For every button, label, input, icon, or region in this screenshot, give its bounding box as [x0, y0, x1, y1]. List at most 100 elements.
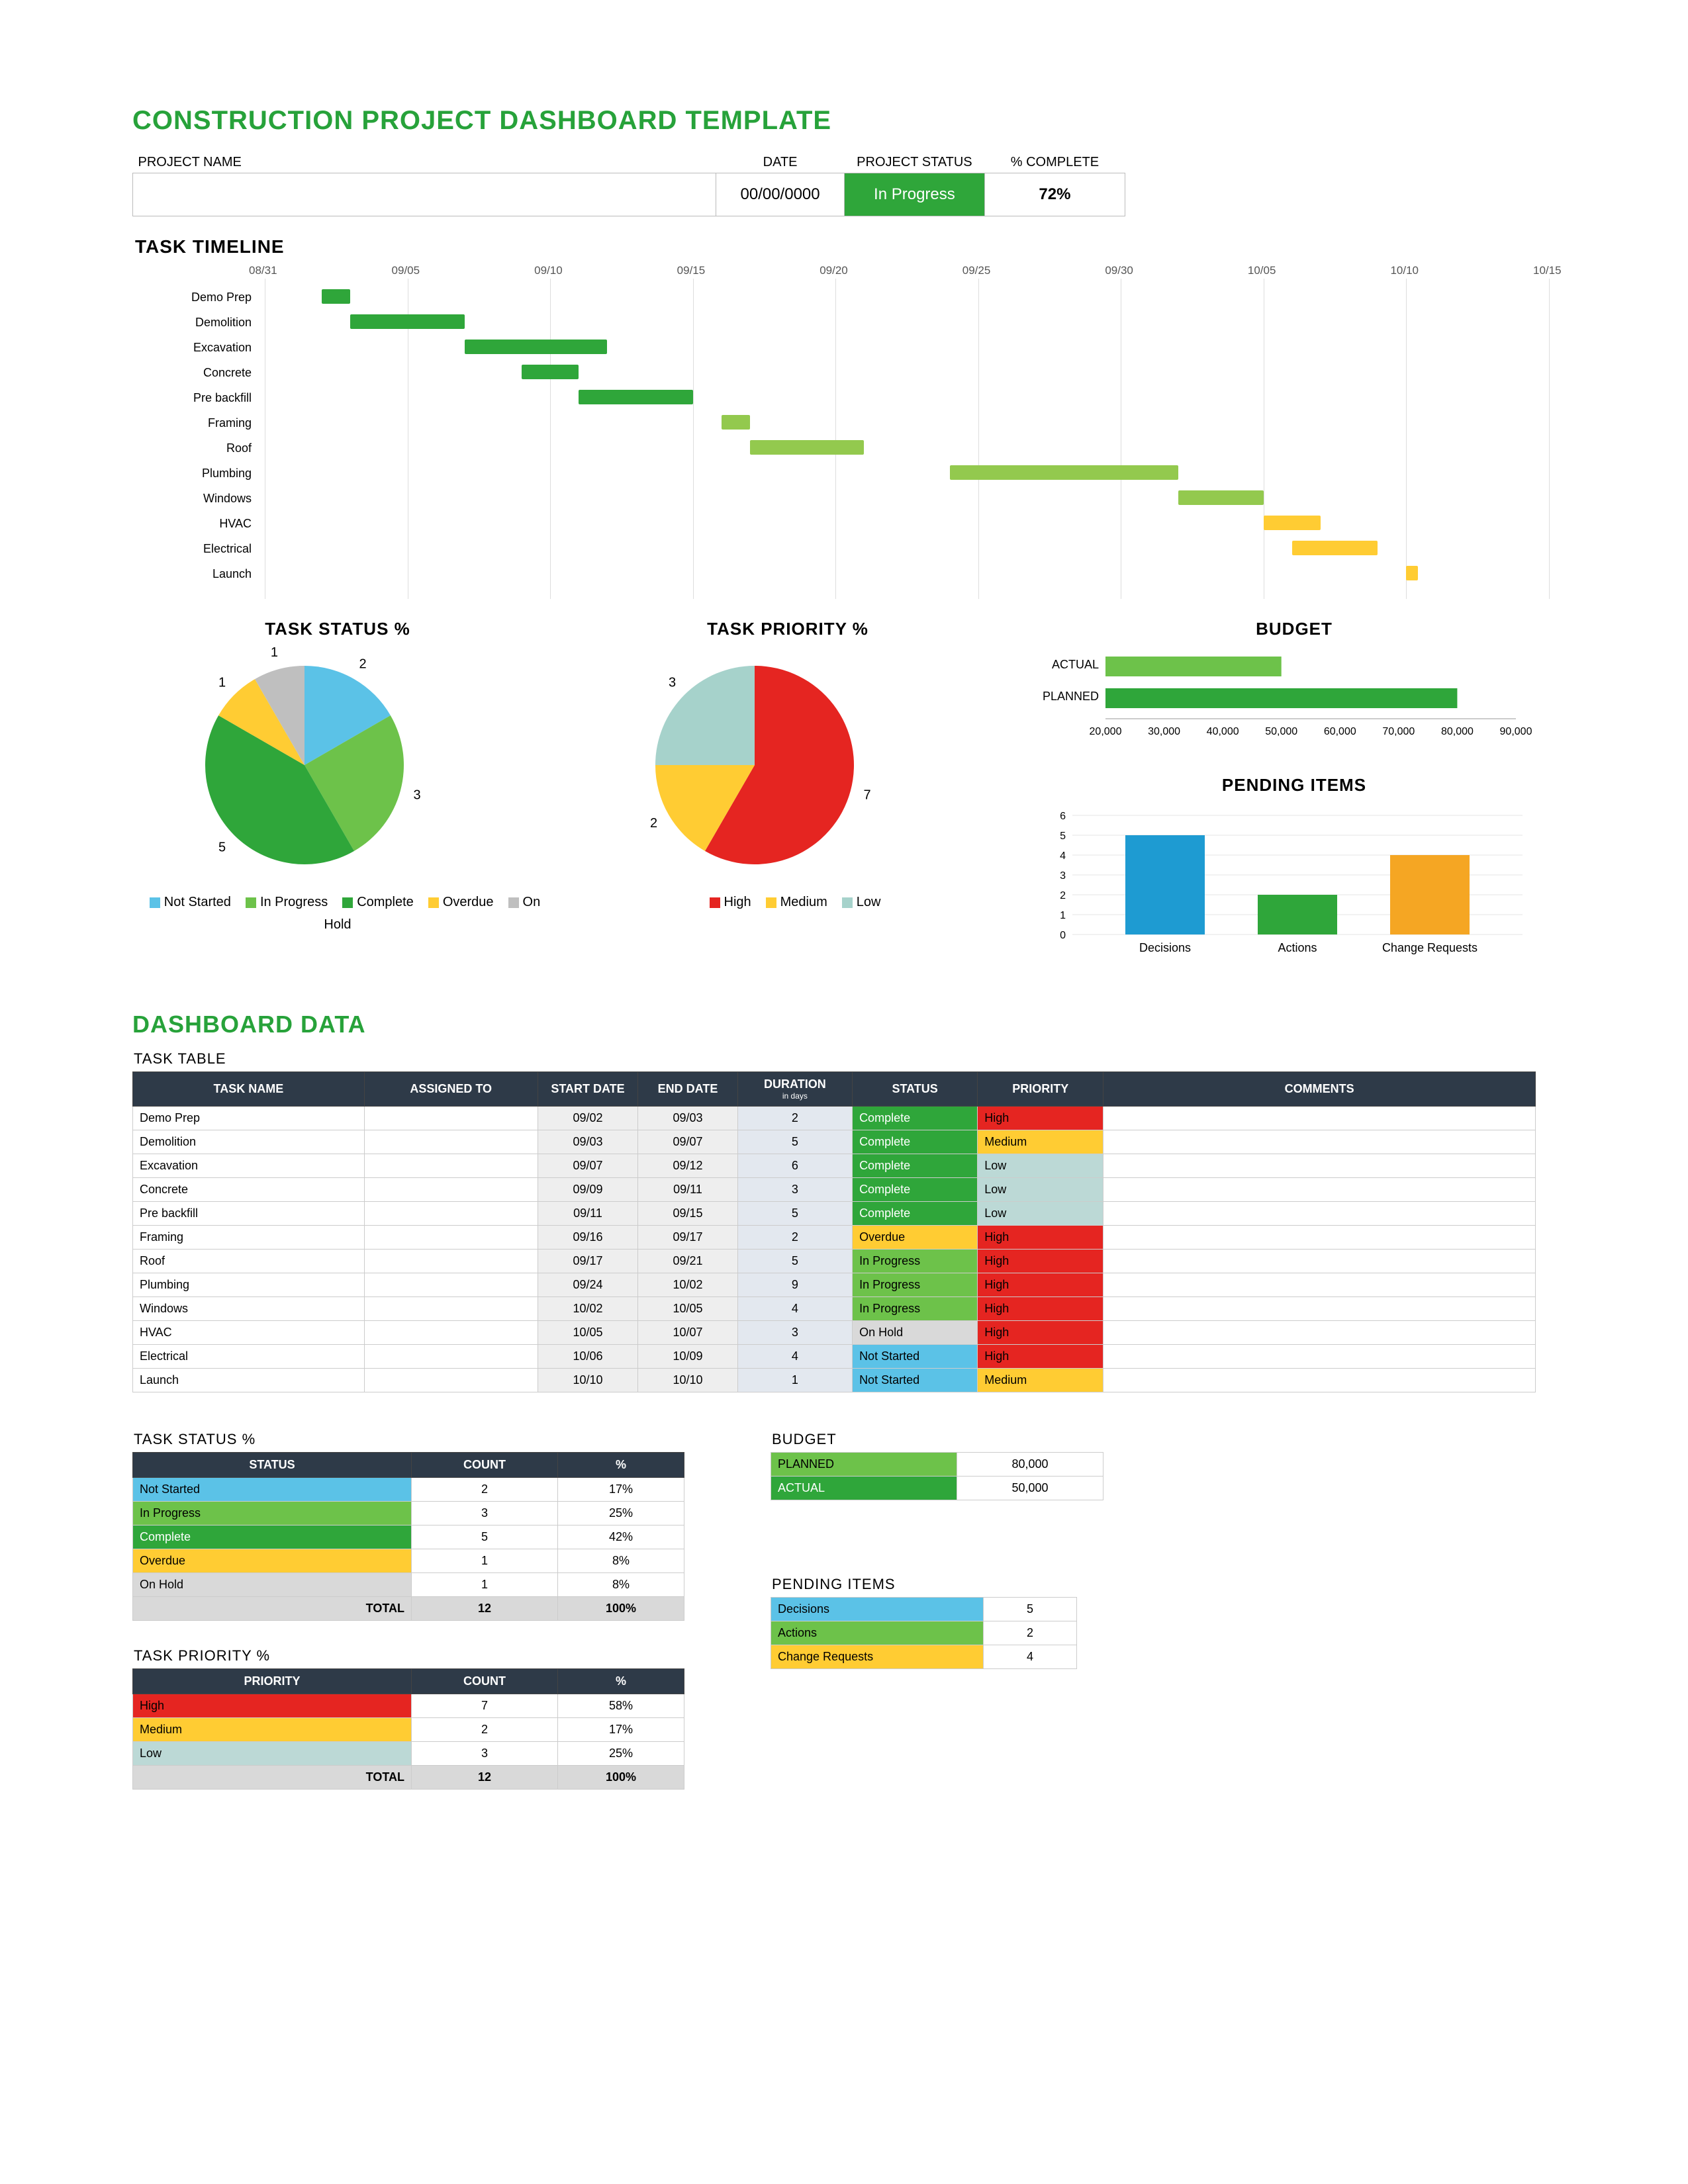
- task-table-heading: TASK TABLE: [134, 1050, 1556, 1068]
- table-row: Windows 10/02 10/05 4 In Progress High: [133, 1297, 1536, 1321]
- svg-text:PLANNED: PLANNED: [1043, 690, 1099, 703]
- gantt-row-label: Demo Prep: [146, 291, 252, 304]
- svg-text:5: 5: [218, 840, 226, 854]
- svg-text:1: 1: [1060, 910, 1066, 921]
- gantt-bar: [950, 465, 1178, 480]
- task-status-legend: Not StartedIn ProgressCompleteOverdueOn …: [132, 891, 543, 936]
- gantt-row-label: Windows: [146, 492, 252, 506]
- gantt-bar: [722, 415, 750, 430]
- table-row: Demolition 09/03 09/07 5 Complete Medium: [133, 1130, 1536, 1154]
- svg-text:5: 5: [1060, 831, 1066, 842]
- pending-bar: [1390, 855, 1470, 934]
- gantt-bar: [1292, 541, 1378, 555]
- status-summary-table: STATUSCOUNT%Not Started217%In Progress32…: [132, 1452, 684, 1621]
- gantt-bar: [1406, 566, 1418, 580]
- svg-text:2: 2: [359, 657, 366, 672]
- table-row: Excavation 09/07 09/12 6 Complete Low: [133, 1154, 1536, 1178]
- gantt-row-label: Demolition: [146, 316, 252, 330]
- table-row: Framing 09/16 09/17 2 Overdue High: [133, 1226, 1536, 1250]
- budget-summary-table: PLANNED80,000ACTUAL50,000: [771, 1452, 1103, 1500]
- task-priority-legend: HighMediumLow: [583, 891, 993, 913]
- svg-text:1: 1: [218, 676, 226, 690]
- svg-text:2: 2: [650, 816, 657, 831]
- svg-text:0: 0: [1060, 930, 1066, 941]
- task-priority-pie: 7 2 3: [583, 639, 927, 878]
- pending-bar: [1125, 835, 1205, 934]
- pending-summary-heading: PENDING ITEMS: [772, 1576, 1103, 1593]
- pending-bar-chart: 0 1 2 3 4 5 6 Decisions Actions Change Requests: [1033, 796, 1536, 968]
- task-status-pie: 2 3 5 1 1: [132, 639, 477, 878]
- task-priority-chart-title: TASK PRIORITY %: [583, 619, 993, 639]
- task-col-header: END DATE: [638, 1072, 737, 1107]
- priority-summary-table: PRIORITYCOUNT%High758%Medium217%Low325%T…: [132, 1668, 684, 1790]
- gantt-row-label: Electrical: [146, 542, 252, 556]
- svg-text:30,000: 30,000: [1148, 726, 1180, 737]
- task-col-header: ASSIGNED TO: [364, 1072, 538, 1107]
- project-pct-cell: 72%: [984, 173, 1125, 216]
- pending-summary-table: Decisions5Actions2Change Requests4: [771, 1597, 1077, 1669]
- task-col-header: COMMENTS: [1103, 1072, 1536, 1107]
- budget-summary-heading: BUDGET: [772, 1431, 1103, 1448]
- gantt-row-label: Framing: [146, 416, 252, 430]
- hdr-status-label: PROJECT STATUS: [844, 152, 984, 173]
- svg-text:3: 3: [1060, 870, 1066, 882]
- pending-bar: [1258, 895, 1337, 934]
- svg-text:1: 1: [271, 645, 278, 660]
- gantt-bar: [322, 289, 350, 304]
- gantt-row-label: Concrete: [146, 366, 252, 380]
- svg-text:3: 3: [669, 676, 676, 690]
- svg-text:3: 3: [413, 788, 420, 803]
- task-table: TASK NAMEASSIGNED TOSTART DATEEND DATEDU…: [132, 1071, 1536, 1392]
- page-title: CONSTRUCTION PROJECT DASHBOARD TEMPLATE: [132, 106, 1556, 136]
- task-col-header: STATUS: [853, 1072, 978, 1107]
- svg-text:7: 7: [863, 788, 870, 803]
- priority-summary-heading: TASK PRIORITY %: [134, 1647, 684, 1664]
- status-summary-heading: TASK STATUS %: [134, 1431, 684, 1448]
- gantt-bar: [522, 365, 579, 379]
- gantt-row-label: Launch: [146, 567, 252, 581]
- table-row: Electrical 10/06 10/09 4 Not Started Hig…: [133, 1345, 1536, 1369]
- svg-text:Change Requests: Change Requests: [1382, 941, 1477, 954]
- svg-text:80,000: 80,000: [1441, 726, 1474, 737]
- svg-text:6: 6: [1060, 811, 1066, 822]
- svg-text:Decisions: Decisions: [1139, 941, 1191, 954]
- table-row: Plumbing 09/24 10/02 9 In Progress High: [133, 1273, 1536, 1297]
- task-col-header: TASK NAME: [133, 1072, 365, 1107]
- gantt-chart: 08/3109/0509/1009/1509/2009/2509/3010/05…: [146, 264, 1549, 599]
- table-row: Pre backfill 09/11 09/15 5 Complete Low: [133, 1202, 1536, 1226]
- table-row: Concrete 09/09 09/11 3 Complete Low: [133, 1178, 1536, 1202]
- svg-text:2: 2: [1060, 890, 1066, 901]
- gantt-bar: [579, 390, 692, 404]
- gantt-row-label: Plumbing: [146, 467, 252, 480]
- svg-text:50,000: 50,000: [1265, 726, 1297, 737]
- project-name-input[interactable]: [133, 173, 716, 216]
- svg-text:ACTUAL: ACTUAL: [1052, 658, 1099, 671]
- gantt-bar: [350, 314, 464, 329]
- gantt-row-label: Excavation: [146, 341, 252, 355]
- table-row: HVAC 10/05 10/07 3 On Hold High: [133, 1321, 1536, 1345]
- gantt-row-label: Pre backfill: [146, 391, 252, 405]
- project-status-cell[interactable]: In Progress: [844, 173, 984, 216]
- dashboard-data-heading: DASHBOARD DATA: [132, 1011, 1556, 1038]
- hdr-projectname-label: PROJECT NAME: [133, 152, 716, 173]
- task-col-header: PRIORITY: [978, 1072, 1103, 1107]
- project-date-input[interactable]: 00/00/0000: [716, 173, 845, 216]
- svg-text:Actions: Actions: [1278, 941, 1317, 954]
- gantt-bar: [750, 440, 864, 455]
- project-header-table: PROJECT NAME DATE PROJECT STATUS % COMPL…: [132, 152, 1125, 216]
- gantt-bar: [1264, 516, 1321, 530]
- budget-bar-chart: ACTUALPLANNED20,00030,00040,00050,00060,…: [1033, 639, 1536, 758]
- svg-text:70,000: 70,000: [1382, 726, 1415, 737]
- svg-text:4: 4: [1060, 850, 1066, 862]
- svg-text:90,000: 90,000: [1500, 726, 1532, 737]
- hdr-date-label: DATE: [716, 152, 845, 173]
- table-row: Roof 09/17 09/21 5 In Progress High: [133, 1250, 1536, 1273]
- gantt-bar: [465, 340, 608, 354]
- table-row: Demo Prep 09/02 09/03 2 Complete High: [133, 1107, 1536, 1130]
- pending-chart-title: PENDING ITEMS: [1033, 775, 1556, 796]
- budget-chart-title: BUDGET: [1033, 619, 1556, 639]
- task-col-header: START DATE: [538, 1072, 638, 1107]
- gantt-bar: [1178, 490, 1264, 505]
- svg-text:40,000: 40,000: [1207, 726, 1239, 737]
- task-col-header: DURATIONin days: [737, 1072, 852, 1107]
